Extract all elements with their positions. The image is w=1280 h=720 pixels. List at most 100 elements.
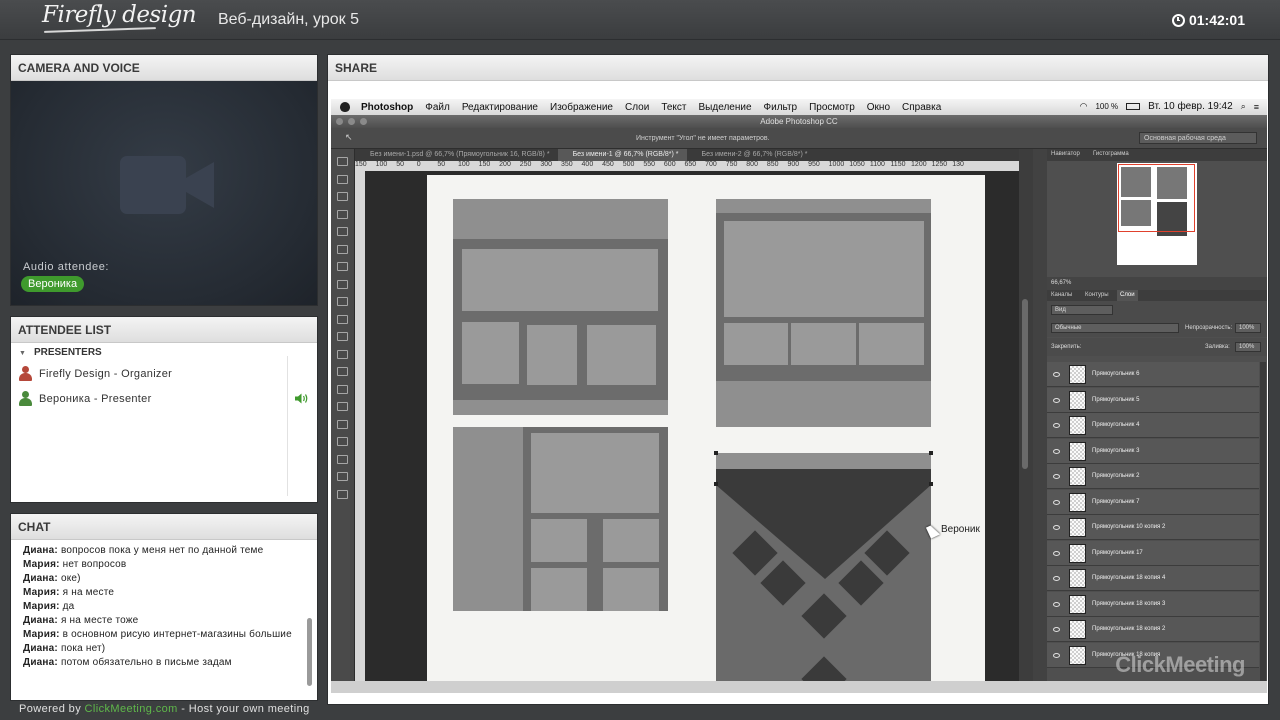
ruler-tick: 350	[560, 161, 573, 168]
crop-tool-icon[interactable]	[337, 227, 348, 236]
menu-photoshop[interactable]: Photoshop	[361, 102, 413, 113]
layer-row[interactable]: Прямоугольник 4	[1047, 413, 1259, 438]
navigator-view-frame[interactable]	[1118, 164, 1195, 232]
move-tool-icon[interactable]	[337, 157, 348, 166]
menu-edit[interactable]: Редактирование	[462, 102, 538, 113]
zoom-tool-icon[interactable]	[337, 489, 348, 499]
eye-icon[interactable]	[1053, 372, 1060, 377]
layer-row[interactable]: Прямоугольник 5	[1047, 387, 1259, 413]
layer-thumbnail	[1069, 416, 1086, 435]
ruler-tick: 950	[808, 161, 820, 168]
eye-icon[interactable]	[1053, 652, 1060, 658]
eye-icon[interactable]	[1053, 627, 1060, 632]
audio-attendee-badge[interactable]: Вероника	[21, 276, 85, 292]
canvas-area[interactable]	[365, 171, 1019, 693]
eye-icon[interactable]	[1053, 499, 1060, 505]
history-brush-tool-icon[interactable]	[337, 314, 348, 324]
brush-tool-icon[interactable]	[337, 279, 348, 289]
dodge-tool-icon[interactable]	[337, 384, 348, 394]
layer-row[interactable]: Прямоугольник 3	[1047, 438, 1259, 464]
wireframe-layout-3	[453, 427, 668, 611]
close-window-icon[interactable]	[336, 118, 343, 125]
shape-tool-icon[interactable]	[337, 454, 348, 464]
blend-mode-select[interactable]: Обычные	[1051, 323, 1179, 333]
opacity-input[interactable]: 100%	[1235, 323, 1261, 333]
tab-channels[interactable]: Каналы	[1051, 292, 1072, 298]
layer-row[interactable]: Прямоугольник 6	[1047, 362, 1259, 387]
eye-icon[interactable]	[1053, 423, 1060, 428]
canvas-scrollbar[interactable]	[1019, 149, 1033, 681]
ruler-tick: 400	[581, 161, 594, 168]
blend-row: Обычные Непрозрачность: 100%	[1047, 319, 1267, 337]
minimize-window-icon[interactable]	[348, 118, 355, 125]
menu-window[interactable]: Окно	[867, 102, 890, 113]
hand-tool-icon[interactable]	[337, 472, 348, 481]
wireframe-layout-4	[714, 451, 933, 693]
document-tab[interactable]: Без имени-1.psd @ 66,7% (Прямоугольник 1…	[355, 149, 558, 161]
tab-histogram[interactable]: Гистограмма	[1093, 151, 1129, 157]
chat-message: Диана: я на месте тоже	[23, 615, 139, 626]
collapse-triangle-icon[interactable]: ▼	[19, 350, 26, 357]
video-camera-icon	[120, 156, 214, 214]
menu-filter[interactable]: Фильтр	[764, 102, 798, 113]
spotlight-icon: ⌕	[1240, 101, 1246, 111]
tab-paths[interactable]: Контуры	[1085, 292, 1109, 298]
layer-row[interactable]: Прямоугольник 18 копия 2	[1047, 617, 1259, 642]
menu-file[interactable]: Файл	[425, 102, 450, 113]
eye-icon[interactable]	[1053, 601, 1060, 607]
layer-row[interactable]: Прямоугольник 18 копия 3	[1047, 591, 1259, 617]
marquee-tool-icon[interactable]	[337, 174, 348, 184]
menu-select[interactable]: Выделение	[699, 102, 752, 113]
eye-icon[interactable]	[1053, 448, 1060, 454]
path-select-tool-icon[interactable]	[337, 437, 348, 446]
zoom-window-icon[interactable]	[360, 118, 367, 125]
gradient-tool-icon[interactable]	[337, 349, 348, 359]
eye-icon[interactable]	[1053, 576, 1060, 581]
eye-icon[interactable]	[1053, 525, 1060, 530]
angle-tool-icon[interactable]: ↖	[345, 132, 353, 143]
quick-select-tool-icon[interactable]	[337, 209, 348, 219]
cursor-arrow-icon	[925, 523, 941, 539]
menu-text[interactable]: Текст	[661, 102, 686, 113]
blur-tool-icon[interactable]	[337, 367, 348, 376]
tab-layers[interactable]: Слои	[1117, 290, 1138, 301]
layer-thumbnail	[1069, 543, 1086, 563]
attendee-row[interactable]: Вероника - Presenter	[19, 391, 152, 406]
tab-navigator[interactable]: Навигатор	[1051, 151, 1080, 157]
pen-tool-icon[interactable]	[337, 402, 348, 411]
chat-scrollbar[interactable]	[307, 618, 312, 686]
eyedropper-tool-icon[interactable]	[337, 244, 348, 254]
type-tool-icon[interactable]	[337, 419, 348, 429]
navigator-preview[interactable]	[1117, 163, 1197, 265]
healing-tool-icon[interactable]	[337, 262, 348, 271]
eye-icon[interactable]	[1053, 474, 1060, 479]
menu-image[interactable]: Изображение	[550, 102, 613, 113]
menu-help[interactable]: Справка	[902, 102, 941, 113]
layer-filter-select[interactable]: Вид	[1051, 305, 1113, 315]
clone-stamp-tool-icon[interactable]	[337, 297, 348, 306]
document-canvas[interactable]	[427, 175, 985, 693]
layer-row[interactable]: Прямоугольник 17	[1047, 540, 1259, 566]
opacity-label: Непрозрачность:	[1185, 325, 1233, 331]
document-tab-active[interactable]: Без имени-1 @ 66,7% (RGB/8*) *	[557, 149, 687, 161]
presenters-group[interactable]: ▼ PRESENTERS	[19, 347, 102, 358]
layers-scrollbar[interactable]	[1260, 362, 1266, 681]
layer-row[interactable]: Прямоугольник 2	[1047, 464, 1259, 489]
navigator-zoom[interactable]: 66,67%	[1047, 277, 1267, 290]
layer-row[interactable]: Прямоугольник 18 копия 4	[1047, 566, 1259, 591]
menu-layers[interactable]: Слои	[625, 102, 649, 113]
lasso-tool-icon[interactable]	[337, 192, 348, 201]
eraser-tool-icon[interactable]	[337, 332, 348, 341]
clickmeeting-link[interactable]: ClickMeeting.com	[85, 703, 178, 715]
eye-icon[interactable]	[1053, 550, 1060, 556]
workspace-select[interactable]: Основная рабочая среда	[1139, 132, 1257, 144]
document-tab[interactable]: Без имени-2 @ 66,7% (RGB/8*) *	[687, 149, 816, 161]
menu-view[interactable]: Просмотр	[809, 102, 855, 113]
eye-icon[interactable]	[1053, 397, 1060, 403]
layer-row[interactable]: Прямоугольник 7	[1047, 489, 1259, 515]
layer-row[interactable]: Прямоугольник 10 копия 2	[1047, 515, 1259, 540]
chat-message: Мария: да	[23, 601, 75, 612]
fill-input[interactable]: 100%	[1235, 342, 1261, 352]
tools-panel	[331, 149, 355, 681]
attendee-row[interactable]: Firefly Design - Organizer	[19, 366, 172, 381]
